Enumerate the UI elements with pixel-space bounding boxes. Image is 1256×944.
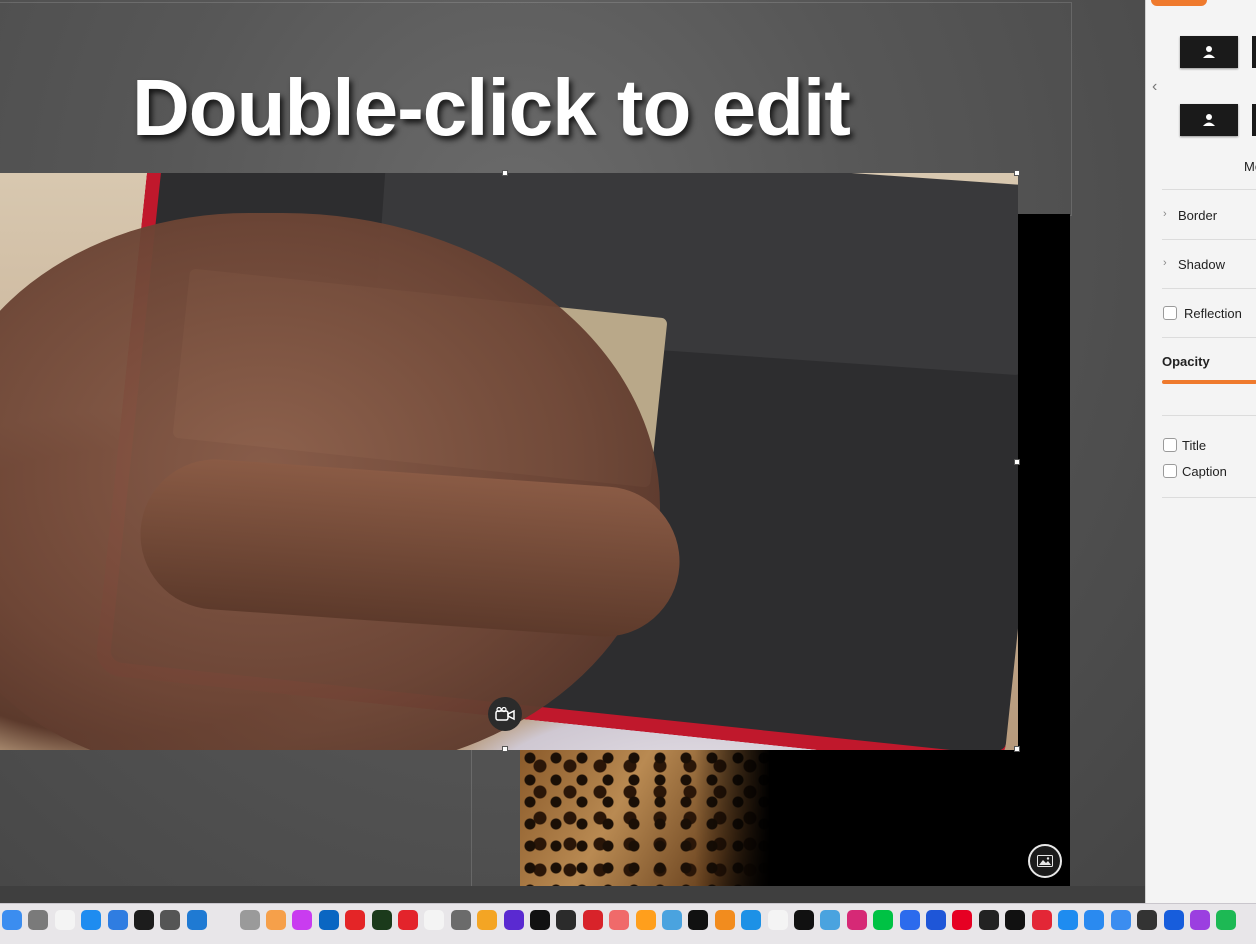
tab-style[interactable] bbox=[1151, 0, 1207, 6]
drive-icon[interactable] bbox=[28, 910, 49, 930]
title-label: Title bbox=[1182, 438, 1207, 453]
sublime-icon[interactable] bbox=[714, 910, 735, 930]
pdf-icon[interactable] bbox=[582, 910, 603, 930]
style-preset-1[interactable] bbox=[1180, 36, 1238, 68]
teams-icon[interactable] bbox=[556, 910, 577, 930]
caption-label: Caption bbox=[1182, 464, 1227, 479]
asana-icon[interactable] bbox=[609, 910, 630, 930]
xcode2-icon[interactable] bbox=[1084, 910, 1105, 930]
linkedin-icon[interactable] bbox=[318, 910, 339, 930]
podcasts-icon[interactable] bbox=[1190, 910, 1210, 930]
slide-canvas[interactable]: Double-click to edit bbox=[0, 0, 1145, 903]
cashapp-icon[interactable] bbox=[873, 910, 894, 930]
xcode-icon[interactable] bbox=[107, 910, 128, 930]
finder-icon[interactable] bbox=[2, 910, 22, 930]
leopard-photo bbox=[520, 748, 770, 886]
safari-icon[interactable] bbox=[1058, 910, 1078, 930]
image-icon[interactable] bbox=[1028, 844, 1062, 878]
resize-handle-bottom-right[interactable] bbox=[1014, 746, 1020, 752]
slide-title[interactable]: Double-click to edit bbox=[132, 62, 851, 154]
chatgpt-icon[interactable] bbox=[767, 910, 788, 930]
chevron-right-icon[interactable]: › bbox=[1163, 208, 1167, 220]
opacity-label: Opacity bbox=[1162, 354, 1210, 369]
divider bbox=[1162, 415, 1256, 416]
terminal-icon[interactable] bbox=[134, 910, 154, 930]
style-preset-3[interactable] bbox=[1180, 104, 1238, 136]
video-object[interactable] bbox=[0, 173, 1018, 750]
arc-icon[interactable] bbox=[1005, 910, 1026, 930]
spotify-icon[interactable] bbox=[1216, 910, 1237, 930]
pencil-icon[interactable] bbox=[635, 910, 656, 930]
body-placeholder-outline[interactable] bbox=[0, 748, 472, 887]
printer-icon[interactable] bbox=[239, 910, 260, 930]
activity-icon[interactable] bbox=[371, 910, 392, 930]
tiktok-icon[interactable] bbox=[688, 910, 709, 930]
shield-icon[interactable] bbox=[1031, 910, 1052, 930]
border-section-label[interactable]: Border bbox=[1178, 208, 1217, 223]
acrobat-icon[interactable] bbox=[398, 910, 418, 930]
warning-icon[interactable] bbox=[477, 910, 498, 930]
canvas-gutter bbox=[0, 886, 1145, 903]
shadow-section-label[interactable]: Shadow bbox=[1178, 257, 1225, 272]
divider bbox=[1162, 288, 1256, 289]
video-camera-icon[interactable] bbox=[488, 697, 522, 731]
picsart-icon[interactable] bbox=[292, 910, 313, 930]
opacity-slider[interactable] bbox=[1162, 380, 1256, 384]
pages-icon[interactable] bbox=[266, 910, 286, 930]
resize-handle-bottom[interactable] bbox=[502, 746, 508, 752]
x-icon[interactable] bbox=[530, 910, 550, 930]
altstore-icon[interactable] bbox=[926, 910, 946, 930]
wrench-icon[interactable] bbox=[662, 910, 682, 930]
reflection-checkbox[interactable] bbox=[1163, 306, 1177, 320]
reminders-icon[interactable] bbox=[54, 910, 75, 930]
spacer-icon[interactable] bbox=[213, 910, 233, 930]
resize-handle-top-right[interactable] bbox=[1014, 170, 1020, 176]
ubar-icon[interactable] bbox=[424, 910, 445, 930]
pinterest-icon[interactable] bbox=[952, 910, 973, 930]
divider bbox=[1162, 189, 1256, 190]
orb-icon[interactable] bbox=[503, 910, 524, 930]
bitwarden-icon[interactable] bbox=[1163, 910, 1184, 930]
title-checkbox[interactable] bbox=[1163, 438, 1177, 452]
dots-icon[interactable] bbox=[978, 910, 999, 930]
vscode-icon[interactable] bbox=[186, 910, 207, 930]
qr-icon[interactable] bbox=[1137, 910, 1158, 930]
tidal-icon[interactable] bbox=[794, 910, 814, 930]
format-inspector: ‹ Mo › Border › Shadow Reflection Opacit… bbox=[1145, 0, 1256, 903]
resize-handle-right[interactable] bbox=[1014, 459, 1020, 465]
defender-icon[interactable] bbox=[1110, 910, 1131, 930]
person-icon bbox=[1203, 46, 1215, 58]
chevron-right-icon[interactable]: › bbox=[1163, 257, 1167, 269]
caption-checkbox[interactable] bbox=[1163, 464, 1177, 478]
slide[interactable]: Double-click to edit bbox=[0, 0, 1145, 903]
chevron-left-icon[interactable]: ‹ bbox=[1152, 78, 1157, 96]
docker-icon[interactable] bbox=[741, 910, 762, 930]
divider bbox=[1162, 337, 1256, 338]
reflection-label: Reflection bbox=[1184, 306, 1242, 321]
zoho-icon[interactable] bbox=[345, 910, 366, 930]
phone-icon[interactable] bbox=[820, 910, 841, 930]
style-preset-4[interactable] bbox=[1252, 104, 1256, 136]
checkers-icon[interactable] bbox=[160, 910, 181, 930]
instagram-icon[interactable] bbox=[846, 910, 867, 930]
divider bbox=[1162, 497, 1256, 498]
resize-handle-top[interactable] bbox=[502, 170, 508, 176]
dock bbox=[0, 903, 1256, 944]
style-preset-2[interactable] bbox=[1252, 36, 1256, 68]
app-store-icon[interactable] bbox=[81, 910, 102, 930]
divider bbox=[1162, 239, 1256, 240]
signal-icon[interactable] bbox=[899, 910, 920, 930]
person-icon bbox=[1203, 114, 1215, 126]
server-icon[interactable] bbox=[450, 910, 471, 930]
more-styles-label[interactable]: Mo bbox=[1244, 159, 1256, 174]
